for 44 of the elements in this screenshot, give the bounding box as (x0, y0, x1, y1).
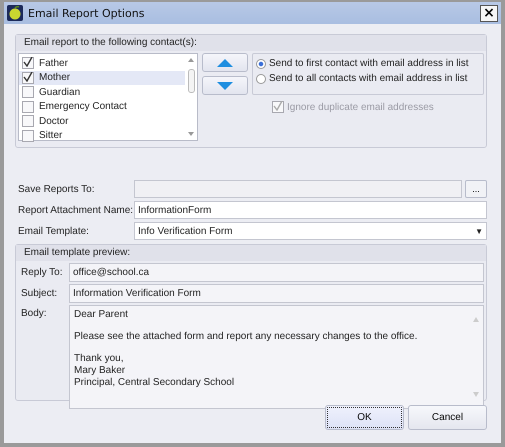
contact-item[interactable]: Sitter (19, 128, 185, 143)
contact-item[interactable]: Father (19, 56, 185, 70)
field-label: Body: (20, 307, 48, 319)
attachment-name-field[interactable]: InformationForm (134, 201, 487, 219)
field-label: Email Template: (17, 226, 90, 236)
check-icon (23, 72, 33, 82)
body-paragraph: Please see the attached form and report any necessary changes to the office. (74, 331, 418, 343)
field-label: Reply To: (20, 267, 64, 278)
template-dropdown[interactable]: Info Verification Form ▼ (134, 222, 487, 240)
scroll-thumb[interactable] (188, 69, 194, 93)
scroll-up-icon[interactable] (473, 317, 479, 322)
body-paragraph: Dear Parent (74, 309, 129, 321)
move-down-button[interactable] (202, 76, 248, 95)
cancel-button[interactable]: Cancel (408, 405, 487, 430)
close-button[interactable]: × (480, 4, 498, 22)
radio-button[interactable] (256, 58, 266, 68)
radio-label: Send to first contact with email address in list (269, 58, 469, 69)
contact-list[interactable]: Father Mother Guardian Emergency Contact Doctor Sitter (18, 53, 198, 141)
contact-item[interactable]: Doctor (19, 114, 185, 128)
ok-button[interactable]: OK (325, 405, 404, 430)
body-paragraph: Thank you, Mary Baker Principal, Central Secondary School (74, 353, 236, 389)
window-title: Email Report Options (28, 6, 146, 20)
body-text-area[interactable]: Dear Parent Please see the attached form and report any necessary changes to the office. Thank you, Mary Baker Principal, Central Secondary School (69, 305, 484, 409)
scroll-down-icon[interactable] (473, 392, 479, 397)
field-label: Subject: (20, 288, 58, 299)
down-arrow-icon (216, 80, 234, 90)
check-icon (273, 101, 283, 111)
up-arrow-icon (216, 58, 234, 68)
subject-field[interactable]: Information Verification Form (69, 284, 484, 303)
field-label: Report Attachment Name: (17, 204, 134, 216)
group-heading: Email template preview: (24, 247, 130, 258)
contact-item[interactable]: Emergency Contact (19, 100, 185, 114)
contact-item[interactable]: Guardian (19, 85, 185, 100)
move-up-button[interactable] (202, 53, 248, 72)
field-label: Save Reports To: (17, 184, 96, 194)
scroll-down-icon[interactable] (187, 131, 195, 137)
check-icon (23, 57, 33, 68)
group-heading: Email report to the following contact(s): (24, 37, 197, 48)
scroll-up-icon[interactable] (187, 57, 195, 63)
contact-item[interactable]: Mother (19, 70, 185, 85)
app-icon (7, 5, 23, 21)
radio-label: Send to all contacts with email address in list (269, 73, 468, 84)
reply-to-field[interactable]: office@school.ca (69, 263, 484, 282)
radio-button[interactable] (256, 74, 266, 84)
